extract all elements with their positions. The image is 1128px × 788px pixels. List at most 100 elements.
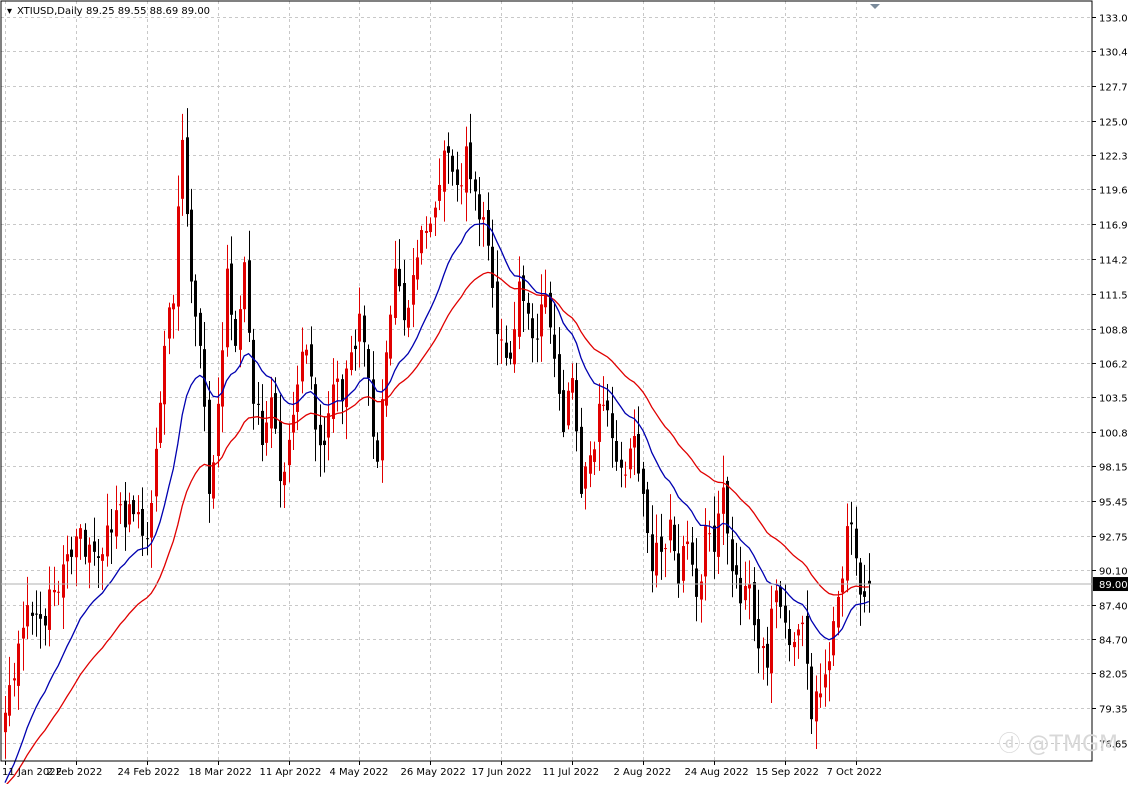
candle-body — [141, 509, 144, 536]
candle-body — [505, 342, 508, 358]
candle-body — [695, 568, 698, 597]
y-tick-label: 108.85 — [1099, 326, 1128, 337]
header-label: ▾ XTIUSD,Daily 89.25 89.55 88.69 89.00 — [7, 6, 210, 17]
chart-area[interactable]: 133.05 130.40 127.70 125.00 122.35 119.65 116.… — [0, 0, 1128, 787]
candle-body — [128, 504, 131, 525]
candle-body — [855, 528, 858, 559]
candle-body — [598, 403, 601, 442]
ohlc-label: 89.25 89.55 88.69 89.00 — [86, 6, 210, 17]
candle-body — [150, 503, 153, 538]
candle-body — [677, 553, 680, 585]
candle-body — [531, 318, 534, 339]
x-tick-label: 17 Jun 2022 — [472, 767, 532, 778]
candle-body — [8, 685, 11, 716]
candle-body — [518, 281, 521, 337]
y-tick-label: 133.05 — [1099, 14, 1128, 25]
candle-body — [234, 319, 237, 346]
candle-body — [443, 150, 446, 192]
candle-body — [766, 643, 769, 668]
candle-body — [412, 275, 415, 305]
candle-body — [438, 184, 441, 201]
y-tick-label: 125.00 — [1099, 118, 1128, 129]
candle-body — [642, 468, 645, 494]
candle-body — [841, 578, 844, 593]
candle-body — [859, 562, 862, 595]
candle-body — [48, 589, 51, 630]
candle-body — [35, 613, 38, 615]
candle-body — [513, 329, 516, 365]
y-tick-label: 82.05 — [1099, 670, 1128, 681]
candle-body — [482, 217, 485, 220]
candle-body — [13, 678, 16, 681]
candle-body — [305, 349, 308, 356]
candle-body — [17, 643, 20, 686]
candle-body — [257, 403, 260, 405]
candle-body — [358, 313, 361, 342]
candle-body — [686, 541, 689, 545]
candle-body — [704, 526, 707, 577]
candle-body — [26, 605, 29, 627]
candle-body — [345, 368, 348, 408]
candle-body — [163, 345, 166, 405]
candle-body — [323, 440, 326, 446]
candle-body — [474, 179, 477, 192]
x-tick-label: 2 Aug 2022 — [614, 767, 672, 778]
candle-body — [319, 424, 322, 446]
header-arrow-icon: ▾ — [7, 6, 12, 17]
candle-body — [735, 565, 738, 575]
candle-body — [137, 512, 140, 515]
candle-body — [824, 674, 827, 688]
candle-body — [177, 206, 180, 307]
candle-body — [350, 352, 353, 371]
candle-body — [159, 402, 162, 443]
y-tick-label: 95.45 — [1099, 498, 1128, 509]
candle-body — [301, 351, 304, 382]
candle-body — [239, 309, 242, 350]
candle-body — [88, 544, 91, 563]
x-tick-label: 24 Feb 2022 — [118, 767, 180, 778]
candle-body — [252, 339, 255, 404]
candle-body — [367, 349, 370, 379]
candle-body — [243, 262, 246, 310]
candle-body — [669, 519, 672, 541]
candle-body — [819, 693, 822, 698]
candle-body — [93, 541, 96, 552]
candle-body — [863, 591, 866, 597]
y-tick-label: 92.75 — [1099, 533, 1128, 544]
candle-body — [221, 350, 224, 407]
candle-body — [806, 615, 809, 664]
candle-body — [425, 230, 428, 233]
candle-body — [611, 413, 614, 439]
candle-body — [615, 440, 618, 462]
candle-body — [274, 393, 277, 429]
candle-body — [651, 534, 654, 572]
x-tick-label: 7 Oct 2022 — [827, 767, 882, 778]
candle-body — [682, 546, 685, 581]
x-tick-label: 15 Sep 2022 — [756, 767, 819, 778]
candle-body — [562, 390, 565, 433]
candle-body — [739, 577, 742, 604]
candle-body — [172, 303, 175, 310]
candle-body — [429, 223, 432, 233]
candle-body — [606, 400, 609, 411]
candle-body — [536, 338, 539, 340]
candle-body — [199, 312, 202, 346]
candle-body — [115, 510, 118, 537]
y-tick-label: 111.55 — [1099, 291, 1128, 302]
y-tick-label: 127.70 — [1099, 83, 1128, 94]
candle-body — [797, 629, 800, 636]
candle-body — [633, 435, 636, 448]
candle-body — [57, 591, 60, 593]
candle-body — [434, 207, 437, 218]
candle-body — [673, 524, 676, 552]
candle-body — [66, 554, 69, 562]
candlestick-chart[interactable]: 133.05 130.40 127.70 125.00 122.35 119.65 116.… — [0, 0, 1128, 787]
candle-body — [553, 334, 556, 359]
candle-body — [186, 137, 189, 215]
candle-body — [801, 622, 804, 625]
y-tick-label: 90.10 — [1099, 567, 1128, 578]
candle-body — [460, 185, 463, 187]
candle-body — [571, 378, 574, 393]
candle-body — [584, 466, 587, 489]
candle-body — [447, 146, 450, 153]
